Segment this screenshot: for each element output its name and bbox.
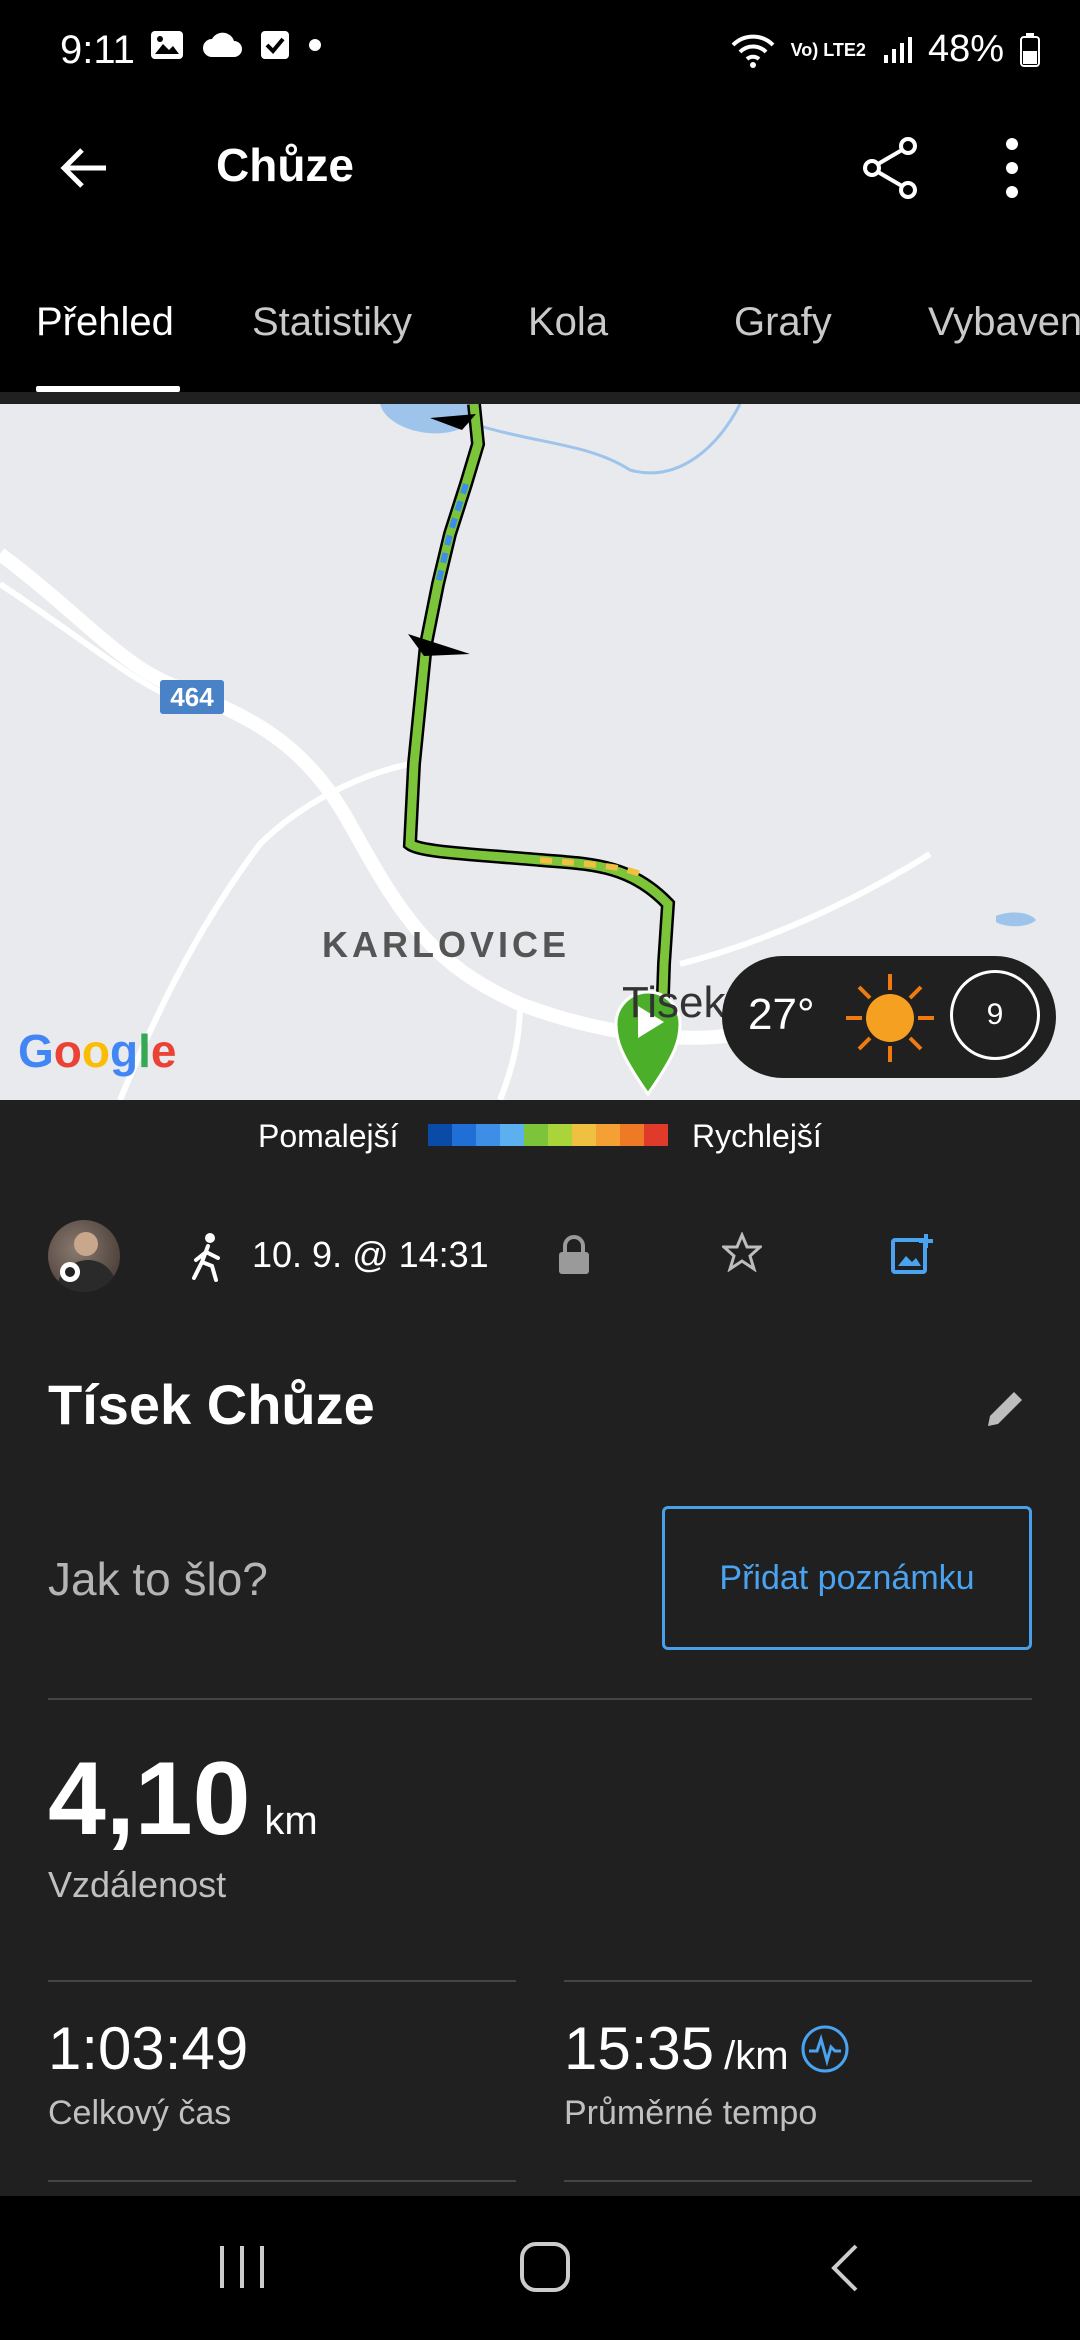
- add-note-button[interactable]: Přidat poznámku: [662, 1506, 1032, 1650]
- avg-pace-label: Průměrné tempo: [564, 2094, 818, 2132]
- add-photo-button[interactable]: [890, 1232, 934, 1281]
- pencil-icon: [988, 1392, 1022, 1426]
- map-town-label: Tisek: [622, 978, 726, 1027]
- share-icon: [863, 137, 917, 199]
- avg-pace-unit: /km: [724, 2034, 789, 2078]
- status-time: 9:11: [60, 28, 135, 72]
- activity-meta-row: 10. 9. @ 14:31: [0, 1210, 1080, 1310]
- legend-color-swatch: [524, 1124, 548, 1146]
- favorite-button[interactable]: [720, 1231, 764, 1277]
- legend-color-swatch: [620, 1124, 644, 1146]
- legend-color-swatch: [548, 1124, 572, 1146]
- cloud-icon: [203, 32, 242, 57]
- edit-title-button[interactable]: [984, 1386, 1028, 1435]
- divider: [48, 2180, 516, 2182]
- tab-charts[interactable]: Grafy: [734, 300, 832, 345]
- home-button[interactable]: [518, 2240, 572, 2299]
- divider: [564, 2180, 1032, 2182]
- pace-legend: Pomalejší Rychlejší: [0, 1100, 1080, 1170]
- recents-icon: [220, 2246, 264, 2288]
- google-logo: Google: [18, 1025, 177, 1077]
- signal-icon: [883, 36, 912, 63]
- nav-back-button[interactable]: [826, 2242, 866, 2299]
- privacy-button[interactable]: [556, 1234, 592, 1279]
- network-label: Vo) LTE2: [790, 39, 866, 60]
- wind-indicator: 9: [950, 970, 1040, 1060]
- lock-icon: [559, 1235, 589, 1274]
- legend-color-swatch: [476, 1124, 500, 1146]
- distance-unit: km: [264, 1799, 318, 1843]
- distance-label: Vzdálenost: [48, 1864, 227, 1905]
- avatar-image: [56, 1232, 118, 1292]
- map-place-label: KARLOVICE: [322, 924, 571, 965]
- direction-arrow-icon: [408, 634, 470, 656]
- road-south: [497, 1003, 523, 1100]
- total-time-label: Celkový čas: [48, 2094, 232, 2132]
- legend-color-swatch: [596, 1124, 620, 1146]
- heart-rate-icon[interactable]: [799, 2023, 851, 2075]
- legend-color-scale: [428, 1124, 668, 1146]
- legend-color-swatch: [644, 1124, 668, 1146]
- wifi-icon: [731, 34, 775, 68]
- note-prompt: Jak to šlo?: [48, 1553, 268, 1605]
- road-side: [0, 581, 172, 699]
- back-button[interactable]: [56, 140, 112, 201]
- recent-apps-button[interactable]: [214, 2242, 270, 2297]
- share-button[interactable]: [860, 136, 920, 205]
- gallery-icon: [151, 31, 183, 59]
- more-vert-icon: [1006, 138, 1018, 198]
- legend-slower-label: Pomalejší: [258, 1118, 399, 1154]
- legend-color-swatch: [428, 1124, 452, 1146]
- dot-icon: [309, 39, 321, 51]
- avatar[interactable]: [48, 1220, 120, 1292]
- road-number-badge: 464: [160, 680, 224, 714]
- divider: [48, 1698, 1032, 1700]
- tab-bar: Přehled Statistiky Kola Grafy Vybaven: [0, 280, 1080, 392]
- activity-title: Tísek Chůze: [48, 1373, 375, 1436]
- star-icon: [720, 1231, 764, 1273]
- temperature: 27°: [748, 990, 815, 1039]
- arrow-back-icon: [60, 148, 106, 188]
- page-title: Chůze: [216, 139, 354, 191]
- app-bar: Chůze: [0, 110, 1080, 280]
- battery-percent: 48%: [927, 28, 1004, 70]
- status-bar: 9:11 Vo) LTE2 48%: [0, 0, 1080, 110]
- total-time-value: 1:03:49: [48, 2015, 249, 2082]
- divider: [564, 1980, 1032, 1982]
- tab-equipment[interactable]: Vybaven: [928, 300, 1080, 345]
- activity-date: 10. 9. @ 14:31: [252, 1234, 489, 1275]
- legend-color-swatch: [452, 1124, 476, 1146]
- chevron-back-icon: [831, 2244, 858, 2292]
- road-east: [679, 851, 932, 967]
- legend-color-swatch: [572, 1124, 596, 1146]
- wind-speed: 9: [986, 998, 1004, 1031]
- status-right: Vo) LTE2 48%: [731, 28, 1040, 71]
- avg-pace-value: 15:35: [564, 2015, 715, 2082]
- divider: [48, 1980, 516, 1982]
- avg-pace-stat: 15:35 /km: [564, 2014, 851, 2083]
- legend-color-swatch: [500, 1124, 524, 1146]
- sun-icon: [846, 974, 934, 1062]
- walking-icon: [186, 1232, 226, 1287]
- add-photo-icon: [891, 1234, 933, 1274]
- pond: [996, 912, 1036, 927]
- weather-widget[interactable]: 27° 9: [722, 956, 1056, 1078]
- distance-value: 4,10: [48, 1741, 251, 1857]
- checkbox-icon: [261, 31, 289, 59]
- legend-faster-label: Rychlejší: [692, 1118, 822, 1154]
- notification-icons: [150, 30, 322, 60]
- tab-indicator: [36, 386, 180, 392]
- tab-laps[interactable]: Kola: [528, 300, 608, 345]
- distance-stat: 4,10 km: [48, 1740, 318, 1859]
- stream: [479, 404, 742, 475]
- system-nav-bar: [0, 2196, 1080, 2340]
- route-map[interactable]: 464 KARLOVICE Tisek Google 27° 9: [0, 404, 1080, 1100]
- battery-icon: [1020, 32, 1040, 67]
- home-icon: [520, 2242, 570, 2292]
- more-options-button[interactable]: [1000, 136, 1024, 205]
- tab-statistics[interactable]: Statistiky: [252, 300, 412, 345]
- tab-overview[interactable]: Přehled: [36, 300, 174, 345]
